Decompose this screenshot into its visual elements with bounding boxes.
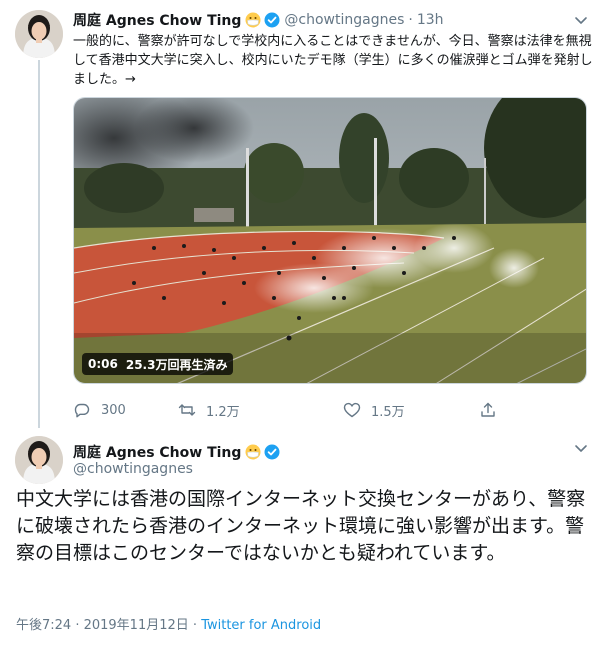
- author-handle[interactable]: @chowtingagnes: [284, 12, 404, 28]
- tweet-metadata: 午後7:24 · 2019年11月12日 · Twitter for Andro…: [16, 614, 321, 633]
- like-count: 1.5万: [371, 404, 405, 420]
- avatar[interactable]: [15, 10, 63, 58]
- author-handle[interactable]: @chowtingagnes: [73, 461, 193, 477]
- client-source-link[interactable]: Twitter for Android: [201, 618, 321, 633]
- like-icon: [343, 402, 361, 418]
- video-view-count: 25.3万回再生済み: [125, 357, 228, 372]
- separator-dot: ·: [408, 12, 413, 28]
- tweet-text: 中文大学には香港の国際インターネット交換センターがあり、警察に破壊されたら香港の…: [16, 488, 586, 564]
- tweet-time[interactable]: 13h: [417, 12, 444, 28]
- video-duration: 0:06: [88, 357, 118, 371]
- retweet-count: 1.2万: [206, 404, 240, 420]
- thread-connector: [38, 60, 40, 428]
- avatar-image: [15, 10, 63, 58]
- reply-count: 300: [101, 402, 126, 418]
- verified-badge-icon: [264, 12, 280, 28]
- author-display-name[interactable]: 周庭 Agnes Chow Ting: [73, 10, 241, 30]
- reply-button[interactable]: 300: [73, 398, 126, 422]
- tweet-text: 一般的に、警察が許可なしで学校内に入ることはできませんが、今日、警察は法律を無視…: [73, 34, 593, 87]
- avatar-image: [15, 436, 63, 484]
- author-display-name[interactable]: 周庭 Agnes Chow Ting: [73, 442, 241, 462]
- separator-dot: ·: [192, 618, 198, 633]
- tweet-2[interactable]: 周庭 Agnes Chow Ting @chowtingagnes 中文大学には…: [0, 428, 603, 645]
- share-icon: [481, 402, 495, 417]
- avatar[interactable]: [15, 436, 63, 484]
- video-info-badge: 0:06 25.3万回再生済み: [82, 353, 234, 375]
- verified-badge-icon: [264, 444, 280, 460]
- medical-mask-emoji-icon: [245, 444, 261, 460]
- tweet-actions: 300 1.2万 1.5万: [73, 398, 523, 422]
- tweet-1[interactable]: 周庭 Agnes Chow Ting @chowtingagnes · 13h …: [0, 0, 603, 428]
- video-thumbnail: [74, 98, 586, 383]
- chevron-down-icon[interactable]: [573, 12, 589, 28]
- like-button[interactable]: 1.5万: [343, 398, 405, 422]
- tweet-header: 周庭 Agnes Chow Ting @chowtingagnes · 13h: [73, 10, 444, 30]
- retweet-icon: [178, 404, 196, 416]
- share-button[interactable]: [479, 398, 507, 422]
- video-player[interactable]: 0:06 25.3万回再生済み: [73, 97, 587, 384]
- medical-mask-emoji-icon: [245, 12, 261, 28]
- chevron-down-icon[interactable]: [573, 440, 589, 456]
- reply-icon: [74, 403, 90, 418]
- tweet-header: 周庭 Agnes Chow Ting: [73, 442, 280, 462]
- retweet-button[interactable]: 1.2万: [178, 398, 240, 422]
- tweet-timestamp[interactable]: 午後7:24 · 2019年11月12日: [16, 618, 189, 633]
